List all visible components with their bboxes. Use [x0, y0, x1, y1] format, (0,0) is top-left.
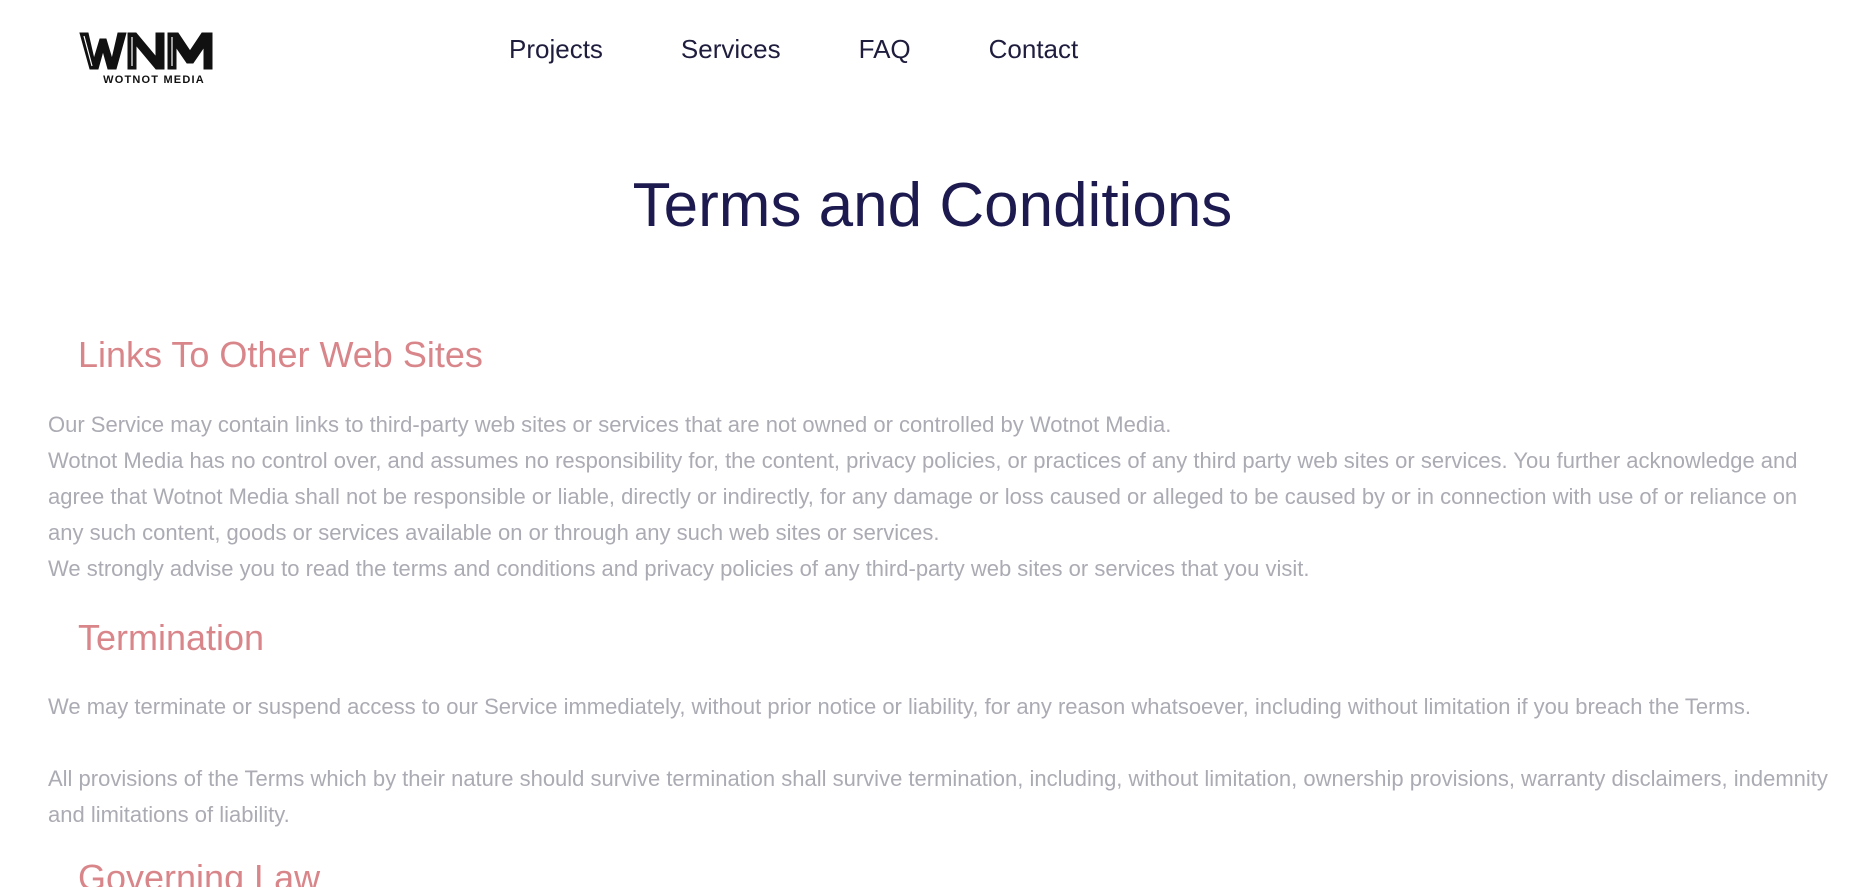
logo-graphic: WOTNOT MEDIA — [79, 32, 213, 86]
section-paragraph: All provisions of the Terms which by the… — [48, 766, 1828, 827]
section-paragraph: We may terminate or suspend access to ou… — [48, 694, 1751, 719]
nav-link-projects[interactable]: Projects — [509, 34, 603, 64]
nav-link-faq[interactable]: FAQ — [859, 34, 911, 64]
logo-wordmark: WOTNOT MEDIA — [103, 74, 205, 86]
main-nav: Projects Services FAQ Contact — [509, 34, 1078, 64]
section-paragraph: We strongly advise you to read the terms… — [48, 556, 1310, 581]
wotnot-media-logo[interactable]: WOTNOT MEDIA — [78, 29, 230, 87]
section-heading-governing-law: Governing Law — [78, 857, 321, 887]
nav-link-services[interactable]: Services — [681, 34, 781, 64]
section-heading-links: Links To Other Web Sites — [78, 334, 483, 375]
section-heading-termination: Termination — [78, 617, 265, 658]
section-paragraph: Wotnot Media has no control over, and as… — [48, 448, 1798, 545]
site-header: WOTNOT MEDIA Projects Services FAQ Conta… — [0, 0, 1865, 100]
page-title: Terms and Conditions — [632, 171, 1233, 240]
page: WOTNOT MEDIA Projects Services FAQ Conta… — [0, 0, 1865, 887]
section-paragraph: Our Service may contain links to third-p… — [48, 412, 1172, 437]
nav-link-contact[interactable]: Contact — [989, 34, 1079, 64]
